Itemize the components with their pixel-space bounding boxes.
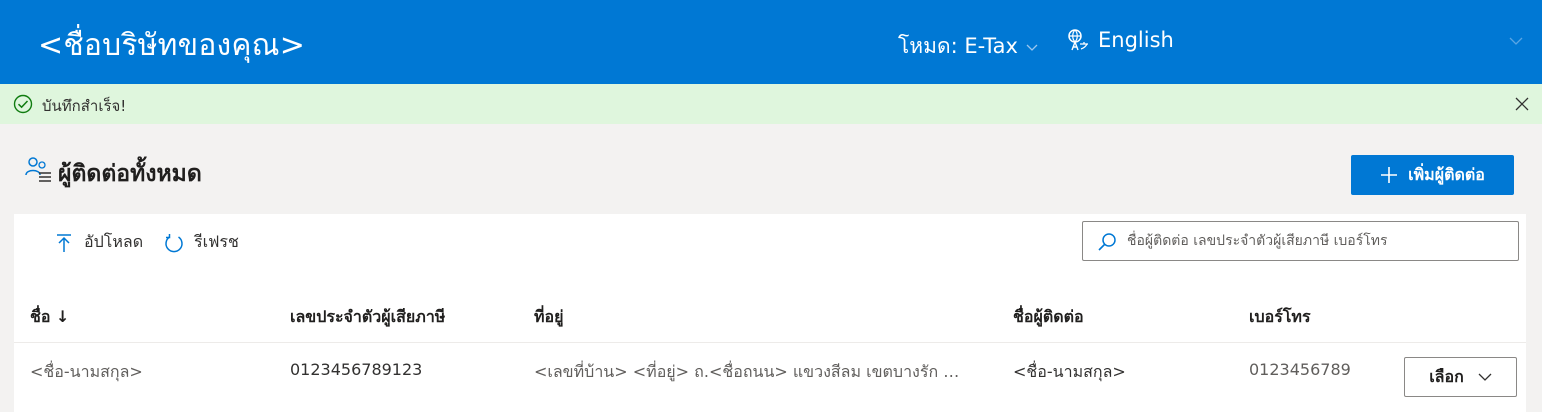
header-divider <box>14 342 1526 343</box>
page-title: ผู้ติดต่อทั้งหมด <box>58 161 202 187</box>
contacts-list-icon <box>25 157 51 182</box>
add-contact-button[interactable]: เพิ่มผู้ติดต่อ <box>1351 155 1514 195</box>
cell-address: <เลขที่บ้าน> <ที่อยู่> ถ.<ชื่อถนน> แขวงส… <box>534 362 962 381</box>
cell-name: <ชื่อ-นามสกุล> <box>30 362 143 381</box>
chevron-down-icon <box>1026 44 1038 51</box>
success-message: บันทึกสำเร็จ! <box>42 97 127 115</box>
company-name[interactable]: <ชื่อบริษัทของคุณ> <box>38 22 305 69</box>
plus-icon <box>1381 167 1398 183</box>
upload-label: อัปโหลด <box>84 232 144 251</box>
language-selector[interactable]: English <box>1066 28 1174 52</box>
refresh-label: รีเฟรช <box>194 232 239 251</box>
row-select-button[interactable]: เลือก <box>1404 357 1517 397</box>
search-icon <box>1098 233 1116 251</box>
column-header-name[interactable]: ชื่อ ↓ <box>30 305 69 330</box>
refresh-button[interactable]: รีเฟรช <box>164 230 239 255</box>
column-header-phone[interactable]: เบอร์โทร <box>1249 305 1311 330</box>
mode-label: โหมด: E-Tax <box>898 34 1018 58</box>
globe-translate-icon <box>1068 29 1088 51</box>
upload-button[interactable]: อัปโหลด <box>54 230 143 255</box>
success-message-bar: บันทึกสำเร็จ! <box>0 84 1542 124</box>
top-header: <ชื่อบริษัทของคุณ> โหมด: E-Tax English <box>0 0 1542 84</box>
chevron-down-icon <box>1478 373 1492 381</box>
search-box[interactable] <box>1082 221 1519 261</box>
add-contact-label: เพิ่มผู้ติดต่อ <box>1408 164 1485 184</box>
cell-contact-name: <ชื่อ-นามสกุล> <box>1013 362 1126 381</box>
chevron-down-icon[interactable] <box>1508 33 1524 49</box>
search-input[interactable] <box>1127 230 1507 252</box>
close-icon[interactable] <box>1514 96 1530 112</box>
column-header-address[interactable]: ที่อยู่ <box>534 305 564 330</box>
select-label: เลือก <box>1429 366 1464 386</box>
column-header-tax-id[interactable]: เลขประจำตัวผู้เสียภาษี <box>290 305 445 330</box>
refresh-icon <box>165 233 183 252</box>
mode-selector[interactable]: โหมด: E-Tax <box>898 30 1038 63</box>
column-header-contact-name[interactable]: ชื่อผู้ติดต่อ <box>1013 305 1084 330</box>
language-label: English <box>1098 28 1174 52</box>
cell-phone: 0123456789 <box>1249 360 1351 379</box>
cell-tax-id: 0123456789123 <box>290 360 423 379</box>
check-circle-icon <box>13 94 33 114</box>
upload-icon <box>57 233 71 252</box>
